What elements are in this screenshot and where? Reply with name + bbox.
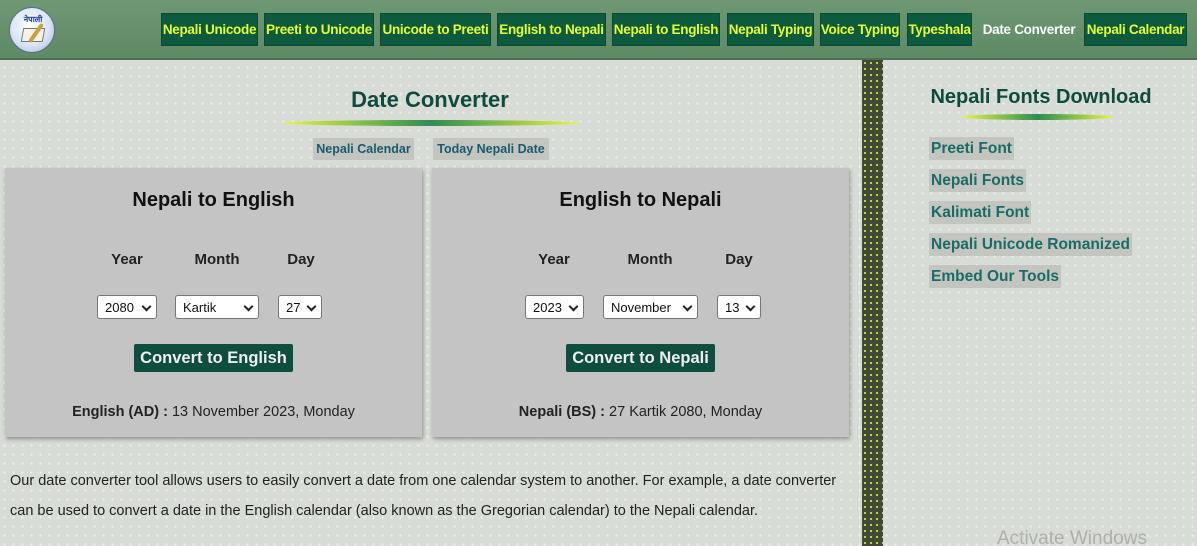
convert-to-nepali-button[interactable]: Convert to Nepali xyxy=(566,344,715,372)
chevron-down-icon xyxy=(745,301,756,312)
sidebar-link-kalimati-font[interactable]: Kalimati Font xyxy=(929,201,1032,224)
nav-typeshala[interactable]: Typeshala xyxy=(907,13,972,46)
sidebar-link-preeti-font[interactable]: Preeti Font xyxy=(929,137,1014,160)
day-label: Day xyxy=(725,251,753,268)
chevron-down-icon xyxy=(243,301,254,312)
nav-nepali-typing[interactable]: Nepali Typing xyxy=(727,13,814,46)
nav-date-converter[interactable]: Date Converter xyxy=(980,13,1078,46)
year-select[interactable]: 2023 xyxy=(525,295,584,319)
column-divider xyxy=(862,60,883,546)
link-nepali-calendar[interactable]: Nepali Calendar xyxy=(313,138,414,160)
day-value: 27 xyxy=(286,299,301,315)
month-select[interactable]: Kartik xyxy=(175,295,259,319)
page-title: Date Converter xyxy=(351,87,509,112)
year-label: Year xyxy=(111,251,143,268)
year-select[interactable]: 2080 xyxy=(97,295,157,319)
month-label: Month xyxy=(194,251,240,268)
description-text: Our date converter tool allows users to … xyxy=(10,473,837,519)
day-label: Day xyxy=(287,251,315,268)
english-to-nepali-panel: English to Nepali Year Month Day 2023 No… xyxy=(432,168,849,437)
link-today-nepali-date[interactable]: Today Nepali Date xyxy=(433,138,549,160)
sidebar-title: Nepali Fonts Download xyxy=(930,86,1152,108)
sidebar-link-nepali-unicode-romanized[interactable]: Nepali Unicode Romanized xyxy=(929,233,1132,256)
panel-title: English to Nepali xyxy=(559,189,722,211)
nepali-result: Nepali (BS) : 27 Kartik 2080, Monday xyxy=(432,404,849,420)
sidebar-link-embed-our-tools[interactable]: Embed Our Tools xyxy=(929,265,1062,288)
english-result: English (AD) : 13 November 2023, Monday xyxy=(5,404,422,420)
chevron-down-icon xyxy=(568,301,579,312)
day-select[interactable]: 27 xyxy=(278,295,322,319)
site-logo[interactable]: नेपाली xyxy=(9,7,55,53)
nav-english-to-nepali[interactable]: English to Nepali xyxy=(497,13,606,46)
year-value: 2023 xyxy=(533,299,562,315)
nav-nepali-to-english[interactable]: Nepali to English xyxy=(612,13,720,46)
nav-unicode-to-preeti[interactable]: Unicode to Preeti xyxy=(380,13,491,46)
chevron-down-icon xyxy=(141,301,152,312)
nav-nepali-unicode[interactable]: Nepali Unicode xyxy=(161,13,258,46)
year-value: 2080 xyxy=(105,299,134,315)
panel-title: Nepali to English xyxy=(132,189,295,211)
sidebar-title-underline xyxy=(962,114,1114,120)
nav-preeti-to-unicode[interactable]: Preeti to Unicode xyxy=(264,13,374,46)
activate-windows-watermark: Activate Windows xyxy=(997,528,1147,546)
result-value: 27 Kartik 2080, Monday xyxy=(609,404,763,420)
top-header: नेपाली Nepali Unicode Preeti to Unicode … xyxy=(0,0,1197,60)
month-select[interactable]: November xyxy=(603,295,698,319)
chevron-down-icon xyxy=(682,301,693,312)
title-underline xyxy=(282,120,580,126)
month-label: Month xyxy=(627,251,673,268)
logo-text: नेपाली xyxy=(23,15,43,24)
result-label: Nepali (BS) : xyxy=(518,404,605,420)
result-label: English (AD) : xyxy=(72,404,168,420)
day-select[interactable]: 13 xyxy=(717,295,761,319)
nav-nepali-calendar[interactable]: Nepali Calendar xyxy=(1084,13,1187,46)
month-value: Kartik xyxy=(183,299,217,315)
month-value: November xyxy=(611,299,671,315)
sidebar-link-nepali-fonts[interactable]: Nepali Fonts xyxy=(929,169,1027,192)
year-label: Year xyxy=(538,251,570,268)
convert-to-english-button[interactable]: Convert to English xyxy=(134,344,293,372)
nepali-to-english-panel: Nepali to English Year Month Day 2080 Ka… xyxy=(5,168,422,437)
nav-voice-typing[interactable]: Voice Typing xyxy=(820,13,900,46)
chevron-down-icon xyxy=(306,301,317,312)
result-value: 13 November 2023, Monday xyxy=(171,404,355,420)
day-value: 13 xyxy=(725,299,740,315)
